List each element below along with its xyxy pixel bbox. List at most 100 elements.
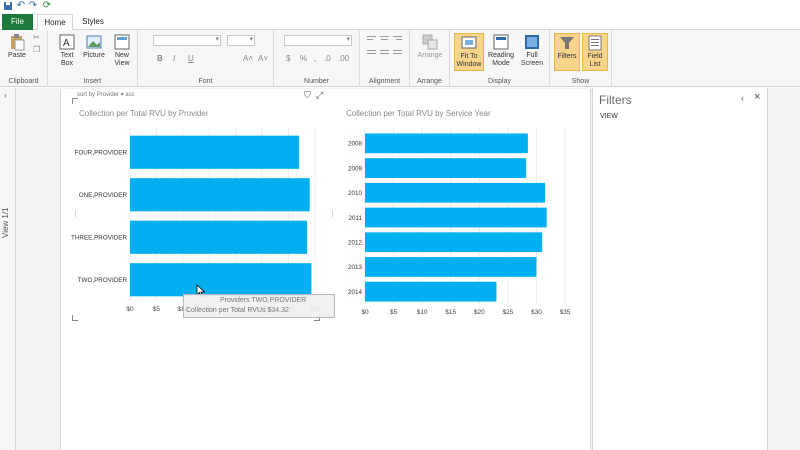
field-list-icon [588, 35, 602, 51]
selection-handle[interactable] [72, 315, 78, 321]
selection-handle[interactable]: ⋮ [329, 210, 336, 218]
x-tick-label: $5 [390, 309, 398, 316]
x-tick-label: $0 [126, 306, 134, 313]
bar[interactable] [130, 135, 300, 169]
text-box-icon: A [59, 34, 75, 50]
bar[interactable] [130, 178, 310, 212]
reading-mode-icon [493, 34, 509, 50]
x-tick-label: $35 [560, 309, 571, 316]
chevron-left-icon[interactable]: ‹ [741, 93, 744, 103]
filters-view-section[interactable]: VIEW [600, 113, 618, 120]
font-group: B I U A˄ A˅ Font [138, 30, 274, 87]
decrease-decimal-icon[interactable]: .00 [338, 54, 349, 63]
arrange-label: Arrange [417, 52, 443, 59]
bar[interactable] [365, 182, 545, 203]
bar[interactable] [130, 220, 308, 254]
show-group-label: Show [571, 78, 590, 85]
bar[interactable] [365, 133, 528, 154]
tab-home[interactable]: Home [37, 14, 73, 30]
text-box-button[interactable]: A Text Box [56, 33, 78, 68]
copy-icon[interactable]: ❐ [33, 45, 40, 54]
redo-icon[interactable]: ↷ [28, 1, 38, 11]
tab-styles[interactable]: Styles [76, 14, 110, 30]
bar[interactable] [365, 281, 497, 302]
expand-chevron-icon[interactable]: › [4, 91, 7, 100]
new-view-icon [114, 34, 130, 50]
font-family-dropdown[interactable] [153, 35, 221, 46]
view-label[interactable]: View 1/1 [1, 207, 10, 238]
svg-text:A: A [63, 38, 70, 49]
full-screen-icon [525, 35, 539, 49]
picture-button[interactable]: Picture [82, 33, 106, 60]
full-screen-button[interactable]: Full Screen [518, 33, 546, 68]
ribbon-tabs: File Home Styles [0, 13, 800, 30]
display-group-label: Display [488, 78, 511, 85]
display-group: Fit To Window Reading Mode Full Screen D… [450, 30, 550, 87]
fit-to-window-label: Fit To Window [456, 53, 482, 68]
category-label: 2012 [348, 240, 363, 247]
bold-button[interactable]: B [157, 54, 163, 63]
filters-pane-title: Filters [599, 93, 632, 107]
arrange-group-label: Arrange [417, 78, 442, 85]
tooltip-line-1: Providers TWO,PROVIDER [220, 297, 307, 304]
category-label: THREE,PROVIDER [71, 235, 127, 242]
selection-handle[interactable] [72, 98, 78, 104]
tab-file[interactable]: File [2, 14, 33, 30]
new-view-button[interactable]: New View [110, 33, 134, 68]
increase-decimal-icon[interactable]: .0 [324, 54, 331, 63]
report-page: sort by Provider ▾ asc ⛉ ⤢ Collection pe… [60, 89, 591, 450]
ribbon: Paste ✂ ❐ Clipboard A Text Box Picture N… [0, 30, 800, 87]
bar[interactable] [365, 158, 527, 178]
arrange-group: Arrange Arrange [410, 30, 450, 87]
bar[interactable] [365, 232, 543, 253]
selection-handle[interactable]: ⋮ [72, 210, 79, 218]
category-label: 2009 [348, 165, 363, 172]
category-label: 2011 [348, 215, 362, 222]
field-list-button[interactable]: Field List [582, 33, 608, 71]
shrink-font-icon[interactable]: A˅ [258, 54, 268, 63]
filters-button[interactable]: Filters [554, 33, 580, 71]
reading-mode-button[interactable]: Reading Mode [486, 33, 516, 68]
arrange-button[interactable]: Arrange [415, 33, 445, 60]
number-group-label: Number [304, 78, 329, 85]
refresh-icon[interactable]: ⟳ [42, 1, 52, 11]
fit-to-window-button[interactable]: Fit To Window [454, 33, 484, 71]
font-group-label: Font [198, 78, 213, 85]
number-format-dropdown[interactable] [284, 35, 352, 46]
currency-button[interactable]: $ [286, 54, 290, 63]
grow-font-icon[interactable]: A˄ [243, 54, 253, 63]
save-icon[interactable] [3, 1, 13, 11]
tooltip-line-2: Collection per Total RVUs $34.32 [186, 307, 289, 314]
category-label: 2013 [348, 264, 363, 271]
new-view-label: New View [114, 52, 130, 67]
funnel-icon [560, 37, 574, 49]
bar[interactable] [365, 207, 547, 228]
font-size-dropdown[interactable] [227, 35, 255, 46]
arrange-icon [422, 34, 438, 50]
close-icon[interactable]: × [754, 91, 760, 103]
x-tick-label: $30 [531, 309, 542, 316]
category-label: 2014 [348, 289, 363, 296]
alignment-icons[interactable] [367, 36, 405, 64]
reading-mode-label: Reading Mode [487, 52, 515, 67]
picture-label: Picture [83, 52, 105, 59]
chart-tooltip: Providers TWO,PROVIDER Collection per To… [183, 294, 335, 318]
cut-icon[interactable]: ✂ [33, 33, 40, 42]
italic-button[interactable]: I [173, 54, 175, 63]
underline-button[interactable]: U [188, 54, 194, 63]
percent-button[interactable]: % [300, 54, 307, 63]
service-year-bar-chart: $0 $5 $10 $15 $20 $25 $30 $35 2008 2009 2010 2011 20… [348, 127, 571, 316]
comma-icon[interactable]: , [314, 54, 316, 63]
category-label: TWO,PROVIDER [78, 277, 128, 284]
paste-button[interactable]: Paste [4, 33, 30, 60]
clipboard-group: Paste ✂ ❐ Clipboard [0, 30, 48, 87]
number-group: $ % , .0 .00 Number [274, 30, 360, 87]
paste-icon [11, 34, 25, 51]
x-tick-label: $25 [502, 309, 513, 316]
x-tick-label: $10 [417, 309, 428, 316]
undo-icon[interactable]: ↶ [16, 1, 26, 11]
bar[interactable] [365, 257, 537, 277]
bar[interactable] [130, 263, 312, 297]
alignment-group-label: Alignment [368, 78, 401, 85]
filters-label: Filters [557, 53, 577, 60]
